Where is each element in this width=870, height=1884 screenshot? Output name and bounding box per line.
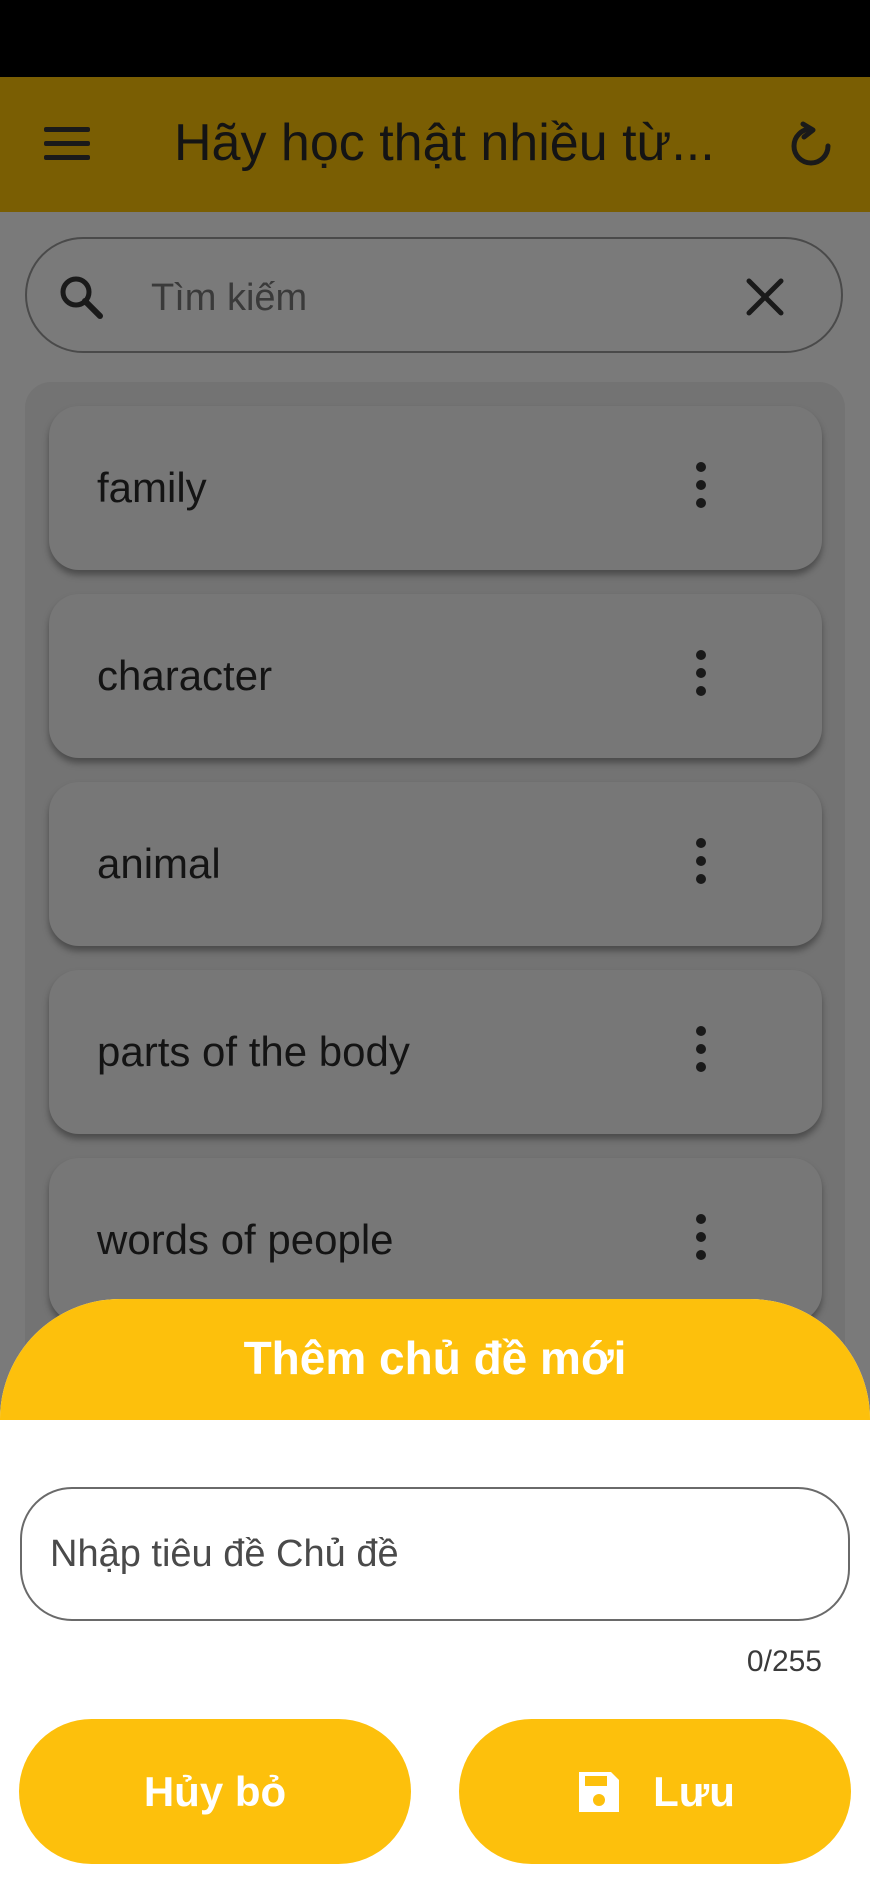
sheet-title: Thêm chủ đề mới [243, 1332, 627, 1384]
more-vert-icon[interactable] [689, 1026, 713, 1078]
search-bar[interactable] [25, 237, 843, 353]
topic-card[interactable]: family [49, 406, 822, 570]
save-button[interactable]: Lưu [459, 1719, 851, 1864]
sheet-header: Thêm chủ đề mới [0, 1299, 870, 1420]
more-vert-icon[interactable] [689, 838, 713, 890]
refresh-icon[interactable] [786, 121, 836, 171]
topic-title-field[interactable] [20, 1487, 850, 1621]
topic-label: family [97, 464, 207, 511]
char-counter: 0/255 [746, 1645, 822, 1678]
search-icon [57, 273, 105, 321]
topic-card[interactable]: words of people [49, 1158, 822, 1322]
topic-title-input[interactable] [48, 1525, 822, 1583]
topic-label: parts of the body [97, 1028, 410, 1075]
add-topic-sheet: Thêm chủ đề mới 0/255 Hủy bỏ Lưu [0, 1299, 870, 1884]
search-input[interactable] [149, 269, 713, 327]
cancel-button[interactable]: Hủy bỏ [19, 1719, 411, 1864]
topic-card[interactable]: animal [49, 782, 822, 946]
more-vert-icon[interactable] [689, 650, 713, 702]
save-button-label: Lưu [653, 1767, 735, 1815]
topic-card[interactable]: character [49, 594, 822, 758]
more-vert-icon[interactable] [689, 462, 713, 514]
topic-card[interactable]: parts of the body [49, 970, 822, 1134]
topic-label: words of people [97, 1216, 394, 1263]
page-title: Hãy học thật nhiều từ... [174, 114, 715, 172]
topic-label: character [97, 652, 273, 699]
more-vert-icon[interactable] [689, 1214, 713, 1266]
topic-label: animal [97, 840, 221, 887]
save-icon [575, 1768, 623, 1816]
menu-icon[interactable] [44, 127, 90, 161]
cancel-button-label: Hủy bỏ [143, 1767, 287, 1815]
app-bar: Hãy học thật nhiều từ... [0, 77, 870, 212]
close-icon[interactable] [743, 275, 787, 319]
status-bar [0, 0, 870, 77]
